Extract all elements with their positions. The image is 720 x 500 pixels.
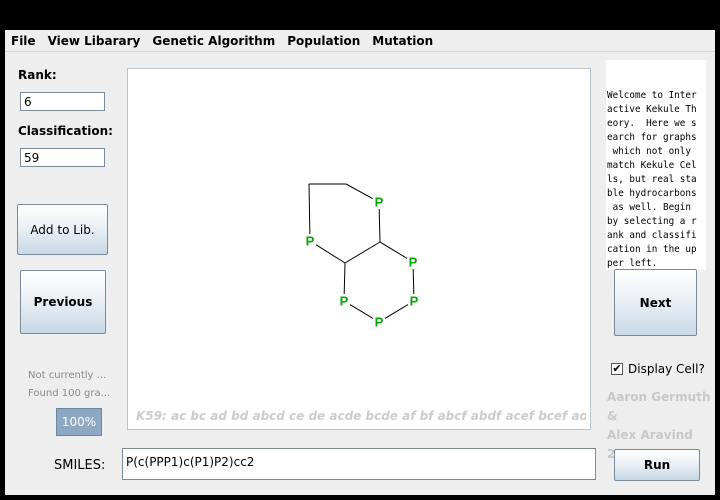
status-text-found: Found 100 gra... bbox=[28, 388, 111, 399]
menu-genetic-algorithm[interactable]: Genetic Algorithm bbox=[146, 34, 281, 48]
bond bbox=[379, 241, 408, 259]
bond bbox=[345, 183, 374, 200]
run-button[interactable]: Run bbox=[614, 449, 700, 481]
welcome-message-line: Welcome to Inter bbox=[607, 90, 697, 101]
welcome-message-line: match Kekule Cel bbox=[607, 160, 697, 171]
welcome-message-line: which not only bbox=[607, 146, 697, 157]
welcome-message-line: active Kekule Th bbox=[607, 104, 697, 115]
molecule-graph: P P P P P P bbox=[306, 183, 419, 330]
menu-file[interactable]: File bbox=[5, 34, 42, 48]
bond bbox=[412, 268, 415, 295]
phosphorus-atom: P bbox=[375, 315, 384, 330]
bond bbox=[349, 304, 374, 319]
welcome-message-line: cation in the up bbox=[607, 244, 697, 255]
smiles-input[interactable]: P(c(PPP1)c(P1)P2)cc2 bbox=[122, 448, 596, 480]
menu-mutation[interactable]: Mutation bbox=[366, 34, 439, 48]
bond bbox=[344, 241, 381, 264]
classification-label: Classification: bbox=[18, 124, 113, 138]
phosphorus-atom: P bbox=[409, 255, 418, 270]
molecule-canvas: P P P P P P K59: ac bc ad bd abcd ce de acde … bbox=[127, 68, 591, 430]
classification-input[interactable]: 59 bbox=[20, 148, 105, 167]
welcome-message-line: eory. Here we s bbox=[607, 118, 697, 129]
rank-input[interactable]: 6 bbox=[20, 92, 105, 111]
phosphorus-atom: P bbox=[410, 294, 419, 309]
menu-population[interactable]: Population bbox=[281, 34, 366, 48]
phosphorus-atom: P bbox=[306, 234, 315, 249]
bond bbox=[378, 208, 381, 243]
app-window: File View Libarary Genetic Algorithm Pop… bbox=[5, 30, 715, 495]
next-button[interactable]: Next bbox=[614, 269, 697, 336]
status-text-search: Not currently ... bbox=[28, 370, 107, 381]
bond bbox=[308, 183, 311, 235]
credits-line-2: Alex Aravind bbox=[607, 428, 693, 442]
phosphorus-atom: P bbox=[375, 195, 384, 210]
credits-line-1: Aaron Germuth & bbox=[607, 390, 711, 423]
bond bbox=[384, 304, 409, 319]
welcome-message-line: ble hydrocarbons bbox=[607, 188, 697, 199]
add-to-library-button[interactable]: Add to Lib. bbox=[17, 204, 108, 255]
bond bbox=[315, 244, 346, 264]
menu-view-library[interactable]: View Libarary bbox=[42, 34, 147, 48]
welcome-message-line: ls, but real sta bbox=[607, 174, 697, 185]
display-cell-label: Display Cell? bbox=[628, 362, 705, 376]
welcome-message-line: ank and classifi bbox=[607, 230, 697, 241]
welcome-message-line: as well. Begin bbox=[607, 202, 697, 213]
display-cell-checkbox[interactable]: ✔ bbox=[611, 363, 623, 375]
bond bbox=[343, 262, 346, 295]
previous-button[interactable]: Previous bbox=[20, 270, 106, 334]
smiles-label: SMILES: bbox=[54, 458, 106, 473]
progress-bar: 100% bbox=[56, 408, 102, 436]
welcome-message-line: by selecting a r bbox=[607, 216, 697, 227]
menu-bar: File View Libarary Genetic Algorithm Pop… bbox=[5, 30, 715, 52]
rank-label: Rank: bbox=[18, 68, 57, 82]
welcome-message-line: earch for graphs bbox=[607, 132, 697, 143]
classification-string: K59: ac bc ad bd abcd ce de acde bcde af… bbox=[136, 409, 586, 423]
welcome-message: Welcome to Inter active Kekule Th eory. He… bbox=[606, 60, 706, 270]
phosphorus-atom: P bbox=[340, 294, 349, 309]
